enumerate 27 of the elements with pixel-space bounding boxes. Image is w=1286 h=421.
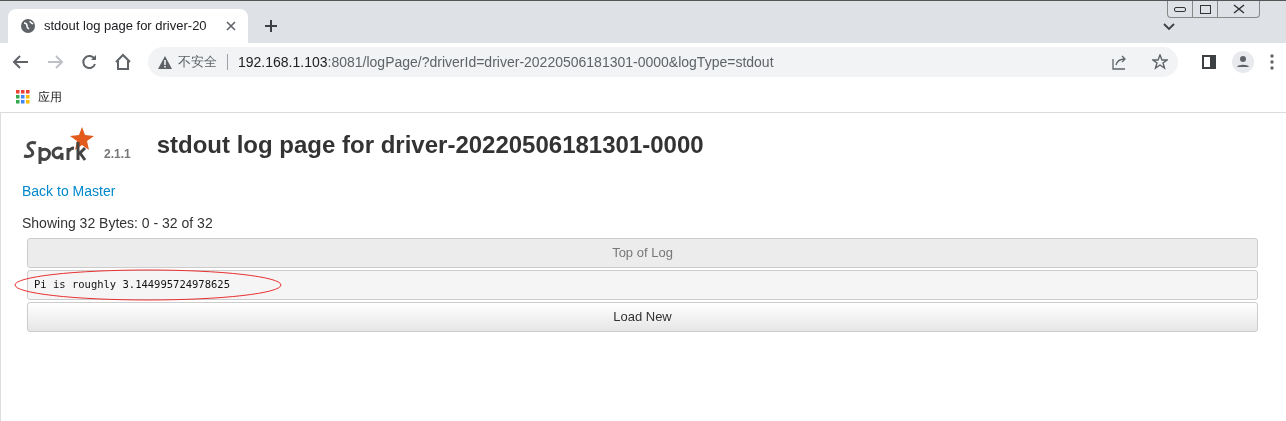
tab-title: stdout log page for driver-20 <box>44 17 208 36</box>
side-panel-icon[interactable] <box>1202 55 1216 69</box>
back-to-master-link[interactable]: Back to Master <box>22 183 116 199</box>
version-label: 2.1.1 <box>104 146 131 163</box>
bookmark-item[interactable]: 应用 <box>16 87 62 106</box>
new-tab-icon[interactable] <box>264 19 278 33</box>
page-title: stdout log page for driver-20220506181301-0000 <box>156 130 704 160</box>
profile-icon[interactable] <box>1232 51 1254 73</box>
url-text: 192.168.1.103:8081/logPage/?driverId=driver-20220506181301-0000&logType=stdout <box>238 52 774 72</box>
security-label: 不安全 <box>178 53 217 72</box>
reload-icon[interactable] <box>80 53 98 71</box>
globe-icon <box>20 18 36 34</box>
load-new-button[interactable]: Load New <box>27 302 1258 332</box>
back-icon[interactable] <box>12 53 30 71</box>
home-icon[interactable] <box>114 53 132 71</box>
menu-icon[interactable] <box>1270 54 1274 70</box>
browser-tab[interactable]: stdout log page for driver-20 <box>8 9 248 43</box>
warning-icon[interactable] <box>158 55 172 69</box>
chevron-down-icon[interactable] <box>1163 23 1175 31</box>
byte-range-text: Showing 32 Bytes: 0 - 32 of 32 <box>22 214 214 233</box>
apps-grid-icon <box>16 89 30 104</box>
log-line: Pi is roughly 3.144995724978625 <box>34 277 230 293</box>
star-icon[interactable] <box>1152 54 1168 70</box>
share-icon[interactable] <box>1112 54 1128 70</box>
address-bar[interactable]: 不安全 192.168.1.103:8081/logPage/?driverId=driver-20220506181301-0000&logType=stdout <box>148 47 1178 77</box>
close-icon <box>1232 4 1245 14</box>
close-icon[interactable] <box>226 21 236 31</box>
